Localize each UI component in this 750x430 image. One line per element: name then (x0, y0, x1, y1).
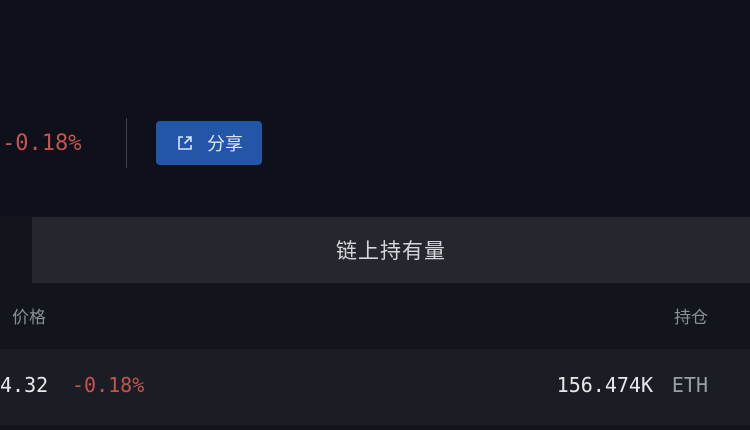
share-button[interactable]: 分享 (156, 121, 262, 165)
column-header-holding: 持仓 (674, 308, 708, 328)
share-button-label: 分享 (207, 134, 243, 155)
vertical-divider (126, 118, 127, 168)
price-change-percent: -0.18% (2, 131, 82, 156)
header-panel (0, 0, 750, 216)
page: -0.18% 分享 链上持有量 价格 持仓 4.32 -0.18% 156.47… (0, 0, 750, 430)
table-header: 价格 持仓 (0, 283, 750, 349)
tab-onchain-holdings[interactable]: 链上持有量 (32, 217, 750, 283)
tab-label: 链上持有量 (336, 239, 446, 263)
row-holding-amount: 156.474K (556, 373, 653, 397)
external-share-icon (175, 133, 195, 153)
row-price: 4.32 (0, 373, 49, 397)
column-header-price: 价格 (12, 308, 46, 328)
row-change-percent: -0.18% (72, 373, 145, 397)
table-row[interactable]: 4.32 -0.18% 156.474K ETH (0, 349, 750, 425)
row-holding-unit: ETH (671, 373, 708, 397)
